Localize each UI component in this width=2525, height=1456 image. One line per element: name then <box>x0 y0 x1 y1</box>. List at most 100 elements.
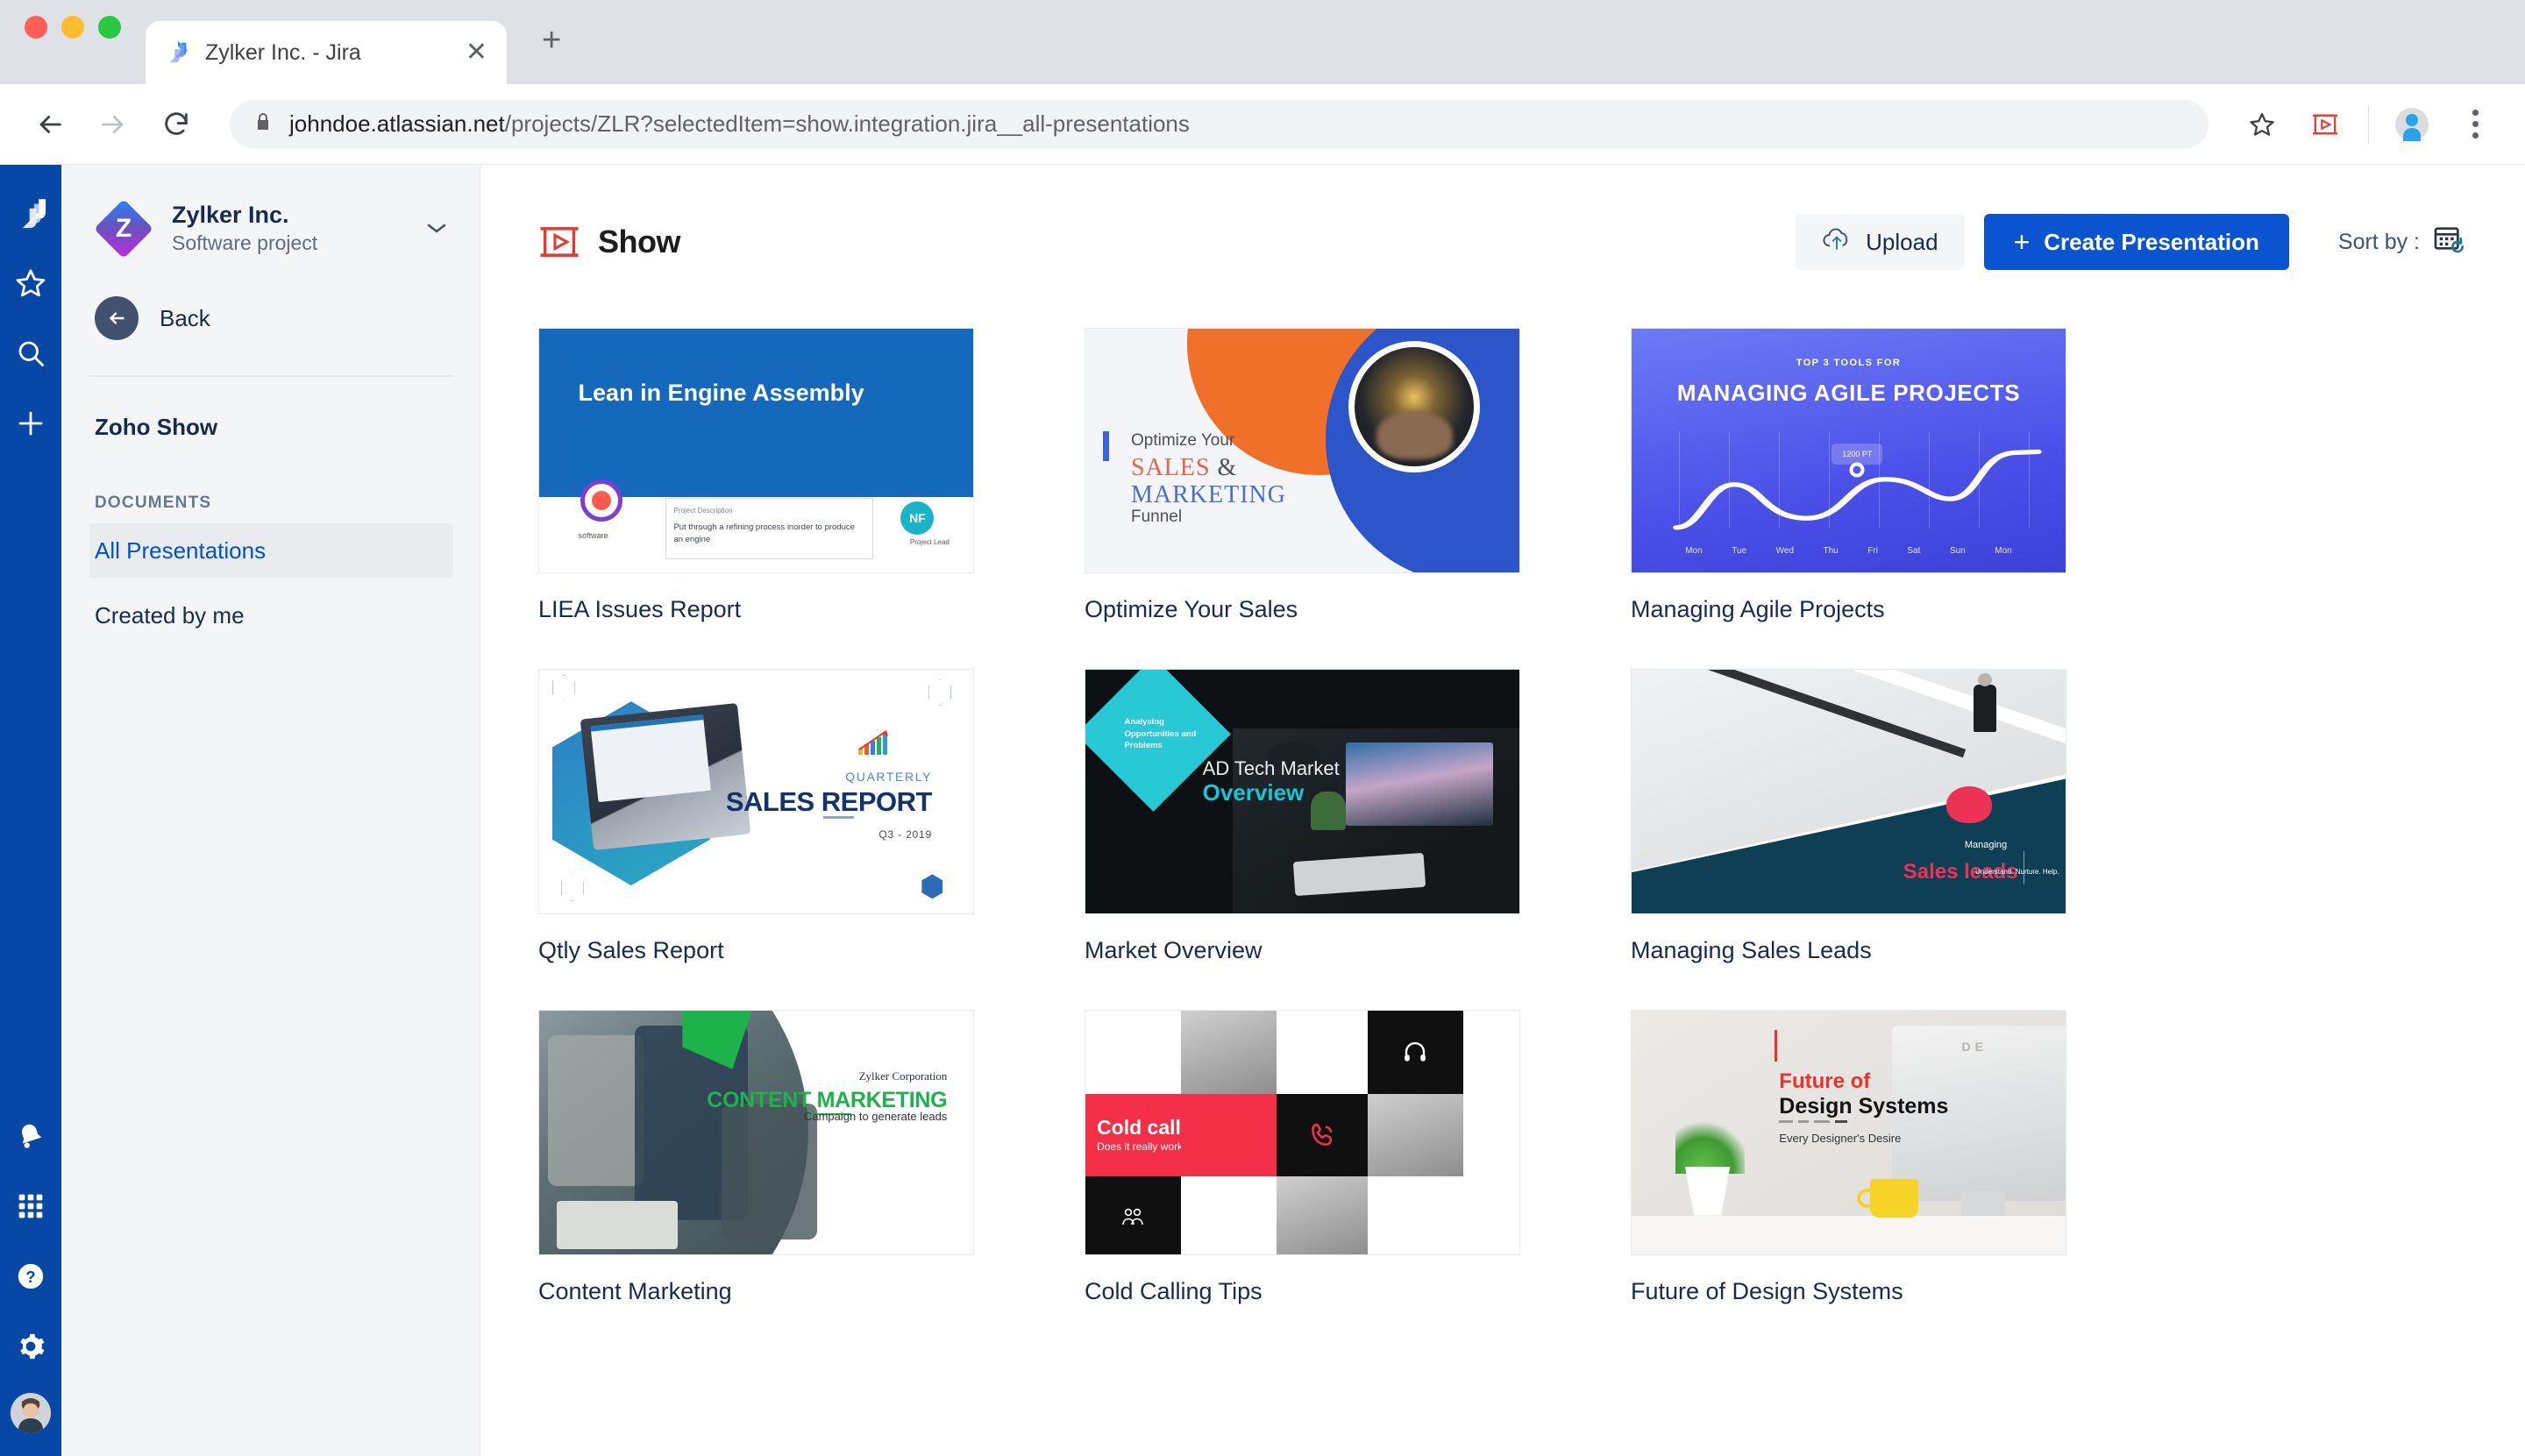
person-phone-photo <box>1180 1011 1277 1094</box>
settings-gear-icon[interactable] <box>7 1323 54 1370</box>
jira-logo-icon[interactable] <box>7 189 54 237</box>
presentation-card[interactable]: QUARTERLY SALES REPORT Q3 - 2019 Qtly Sa… <box>538 669 974 964</box>
maximize-window-button[interactable] <box>98 16 121 39</box>
laptop-photo <box>580 703 751 851</box>
slide-diamond-text: Analysing Opportunities and Problems <box>1124 716 1197 751</box>
close-tab-button[interactable]: ✕ <box>466 39 487 66</box>
presentation-thumbnail[interactable]: Lean in Engine Assembly software Project… <box>538 328 974 573</box>
presentation-card[interactable]: Optimize Your SALES & MARKETING Funnel O… <box>1085 328 1520 623</box>
axis-label: Tue <box>1732 545 1747 556</box>
people-icon <box>1085 1176 1181 1254</box>
slide-subtitle: Q3 - 2019 <box>878 827 932 841</box>
close-window-button[interactable] <box>25 16 47 39</box>
reload-icon[interactable] <box>156 104 196 145</box>
back-arrow-icon[interactable] <box>30 104 70 145</box>
presentation-title: LIEA Issues Report <box>538 596 742 622</box>
address-bar[interactable]: johndoe.atlassian.net/projects/ZLR?selec… <box>230 99 2208 149</box>
slide-watermark: DE <box>1961 1040 1988 1055</box>
slide-eyebrow: QUARTERLY <box>845 769 932 784</box>
presentation-thumbnail[interactable]: Cold calling tips Does it really work ? <box>1085 1010 1520 1255</box>
back-button[interactable]: Back <box>89 296 453 340</box>
slide-corp: Zylker Corporation <box>858 1069 948 1083</box>
presentation-title: Cold Calling Tips <box>1085 1278 1262 1304</box>
tab-title: Zylker Inc. - Jira <box>205 39 361 65</box>
presentation-card[interactable]: Lean in Engine Assembly software Project… <box>538 328 974 623</box>
presentation-title: Managing Agile Projects <box>1631 596 1885 622</box>
plus-icon: + <box>2013 226 2031 258</box>
project-header[interactable]: Z Zylker Inc. Software project <box>89 196 453 259</box>
presentation-card[interactable]: Analysing Opportunities and Problems AD … <box>1085 669 1520 964</box>
axis-label: Sat <box>1907 545 1921 556</box>
presentation-thumbnail[interactable]: Managing Sales leads Understand. Nurture… <box>1631 669 2066 914</box>
person-photo <box>1973 672 1996 732</box>
presentation-card[interactable]: DE Future of Design Systems Every Design… <box>1631 1010 2066 1305</box>
chevron-down-icon[interactable] <box>425 217 453 240</box>
slide-tagline: Understand. Nurture. Help. <box>1974 867 2059 876</box>
axis-label: Wed <box>1775 545 1795 556</box>
browser-tab[interactable]: Zylker Inc. - Jira ✕ <box>146 21 507 84</box>
show-brand: Show <box>538 223 681 261</box>
search-icon[interactable] <box>7 330 54 377</box>
page-viewport: ? Z Zylker Inc. Software project Back Zo… <box>0 165 2525 1456</box>
bookmark-star-icon[interactable] <box>2242 104 2282 145</box>
notifications-bell-icon[interactable] <box>7 1112 54 1160</box>
slide-art-liea: Lean in Engine Assembly software Project… <box>539 329 973 572</box>
presentation-thumbnail[interactable]: DE Future of Design Systems Every Design… <box>1631 1010 2066 1255</box>
minimize-window-button[interactable] <box>61 16 84 39</box>
user-avatar[interactable] <box>11 1393 51 1433</box>
slide-eyebrow: TOP 3 TOOLS FOR <box>1796 358 1902 369</box>
sort-by-control[interactable]: Sort by : <box>2338 223 2467 262</box>
slide-desc-body: Put through a refining process inorder t… <box>673 522 855 544</box>
starred-icon[interactable] <box>7 259 54 307</box>
presentation-thumbnail[interactable]: Analysing Opportunities and Problems AD … <box>1085 669 1520 914</box>
slide-subtitle: Every Designer's Desire <box>1779 1131 1902 1145</box>
slide-art-optimize: Optimize Your SALES & MARKETING Funnel <box>1085 329 1519 572</box>
sort-by-label: Sort by : <box>2337 229 2420 254</box>
slide-avatar: NF <box>900 501 935 536</box>
help-icon[interactable]: ? <box>7 1253 54 1300</box>
forward-arrow-icon <box>93 104 133 145</box>
sidebar-item-created-by-me[interactable]: Created by me <box>89 588 453 643</box>
axis-label: Mon <box>1685 545 1703 556</box>
headphones-icon <box>1367 1011 1463 1094</box>
jira-favicon-icon <box>165 39 191 66</box>
slide-art-market: Analysing Opportunities and Problems AD … <box>1085 670 1519 913</box>
upload-button[interactable]: Upload <box>1796 214 1965 270</box>
create-presentation-button[interactable]: + Create Presentation <box>1983 214 2289 270</box>
sidebar-item-label: All Presentations <box>95 536 267 564</box>
presentation-thumbnail[interactable]: TOP 3 TOOLS FOR MANAGING AGILE PROJECTS … <box>1631 328 2066 573</box>
slide-line-4: Funnel <box>1130 508 1183 527</box>
cloud-upload-icon <box>1822 227 1852 258</box>
new-tab-button[interactable]: + <box>542 22 561 84</box>
sidebar-app-title: Zoho Show <box>95 414 218 440</box>
lock-icon <box>252 111 274 137</box>
presentation-card[interactable]: Cold calling tips Does it really work ? <box>1085 1010 1520 1305</box>
presentation-title: Market Overview <box>1085 937 1262 963</box>
slide-desc-heading: Project Description <box>673 506 733 515</box>
slide-heading: SALES REPORT <box>725 786 933 818</box>
axis-label: Thu <box>1823 545 1839 556</box>
browser-toolbar: johndoe.atlassian.net/projects/ZLR?selec… <box>0 84 2525 165</box>
slide-line-2: SALES & <box>1131 454 1237 482</box>
growth-chart-icon <box>857 728 895 756</box>
profile-avatar-icon[interactable] <box>2392 104 2432 145</box>
zoho-show-logo-icon <box>538 223 580 261</box>
create-icon[interactable] <box>7 400 54 447</box>
presentation-card[interactable]: Managing Sales leads Understand. Nurture… <box>1631 669 2066 964</box>
presentation-card[interactable]: TOP 3 TOOLS FOR MANAGING AGILE PROJECTS … <box>1631 328 2066 623</box>
sidebar-section-label: DOCUMENTS <box>95 494 212 512</box>
presentation-title: Optimize Your Sales <box>1085 596 1298 622</box>
calendar-recent-icon[interactable] <box>2432 223 2467 262</box>
tab-strip: Zylker Inc. - Jira ✕ + <box>0 0 2525 84</box>
sidebar-item-all-presentations[interactable]: All Presentations <box>89 523 453 578</box>
presentation-thumbnail[interactable]: Optimize Your SALES & MARKETING Funnel <box>1085 328 1520 573</box>
app-switcher-icon[interactable] <box>7 1183 54 1230</box>
browser-window: Zylker Inc. - Jira ✕ + johndoe.atlassian… <box>0 0 2525 1456</box>
presentation-card[interactable]: Zylker Corporation CONTENT MARKETING Cam… <box>538 1010 974 1305</box>
presentation-title: Qtly Sales Report <box>538 937 724 963</box>
zoho-show-extension-icon[interactable] <box>2305 104 2345 145</box>
presentation-thumbnail[interactable]: QUARTERLY SALES REPORT Q3 - 2019 <box>538 669 974 914</box>
url-path: /projects/ZLR?selectedItem=show.integrat… <box>504 110 1190 137</box>
kebab-menu-icon[interactable] <box>2455 104 2495 145</box>
presentation-thumbnail[interactable]: Zylker Corporation CONTENT MARKETING Cam… <box>538 1010 974 1255</box>
